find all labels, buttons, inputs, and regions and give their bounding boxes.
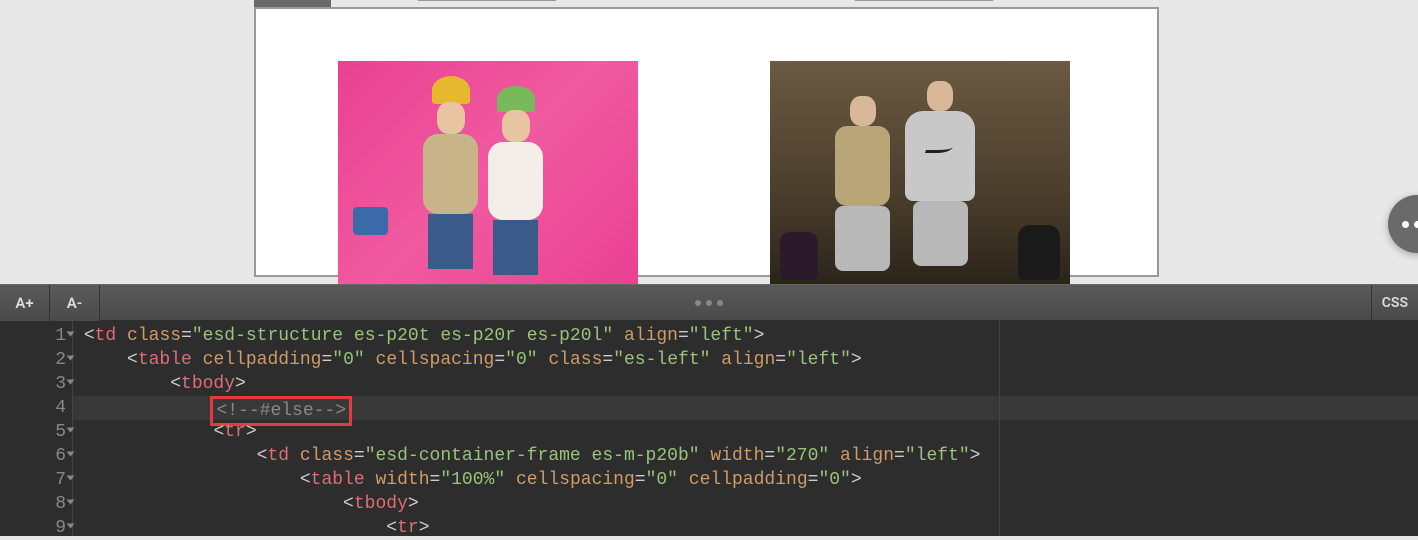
line-number: 8	[0, 492, 72, 516]
code-line: <tr>	[73, 516, 1418, 536]
code-line: <table cellpadding="0" cellspacing="0" c…	[73, 348, 1418, 372]
line-number: 4	[0, 396, 72, 420]
code-editor[interactable]: 1 2 3 4 5 6 7 8 9 <td class="esd-structu…	[0, 320, 1418, 536]
content-image-1[interactable]	[338, 61, 638, 285]
line-number: 3	[0, 372, 72, 396]
line-number: 9	[0, 516, 72, 540]
image-row	[256, 9, 1157, 285]
code-line: <!--#else-->	[73, 396, 1418, 420]
line-number: 2	[0, 348, 72, 372]
line-number: 6	[0, 444, 72, 468]
drag-handle-icon[interactable]	[695, 300, 723, 306]
css-toggle-button[interactable]: CSS	[1371, 285, 1418, 321]
code-line: <table width="100%" cellspacing="0" cell…	[73, 468, 1418, 492]
line-number-gutter: 1 2 3 4 5 6 7 8 9	[0, 320, 73, 536]
font-increase-button[interactable]: A+	[0, 285, 50, 321]
code-line: <td class="esd-structure es-p20t es-p20r…	[73, 324, 1418, 348]
line-number: 5	[0, 420, 72, 444]
editor-toolbar: A+ A- CSS	[0, 284, 1418, 320]
code-line: <tbody>	[73, 372, 1418, 396]
more-actions-button[interactable]	[1388, 195, 1418, 253]
content-image-2[interactable]	[770, 61, 1070, 285]
code-body[interactable]: <td class="esd-structure es-p20t es-p20r…	[73, 320, 1418, 536]
structure-tab[interactable]: Structure	[254, 0, 331, 7]
font-decrease-button[interactable]: A-	[50, 285, 100, 321]
line-number: 1	[0, 324, 72, 348]
button-outline-2	[854, 0, 994, 1]
structure-block[interactable]: Structure	[254, 7, 1159, 277]
canvas-area: Structure	[0, 0, 1418, 284]
code-line: <td class="esd-container-frame es-m-p20b…	[73, 444, 1418, 468]
button-outline-1	[417, 0, 557, 1]
line-number: 7	[0, 468, 72, 492]
code-line: <tbody>	[73, 492, 1418, 516]
